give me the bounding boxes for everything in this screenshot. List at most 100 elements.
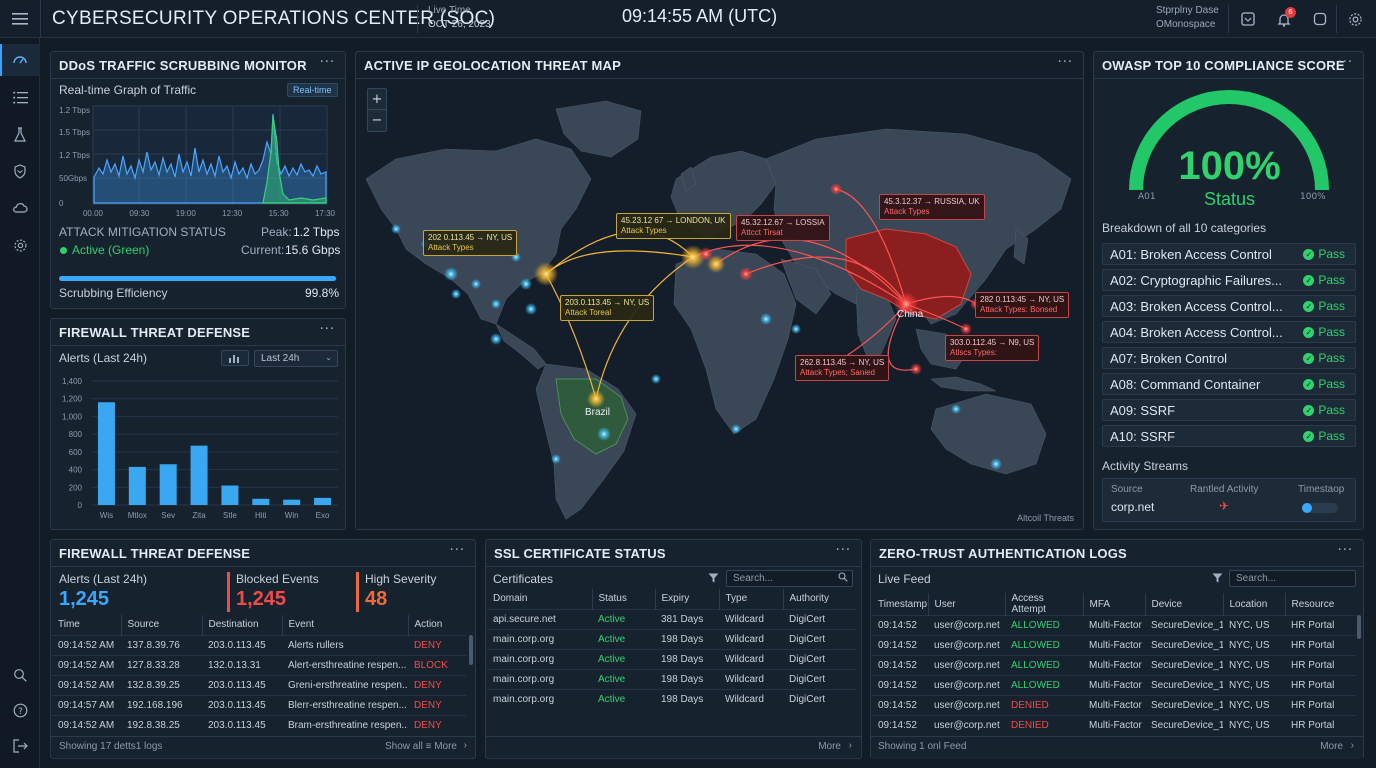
column-header[interactable]: Status bbox=[591, 589, 655, 609]
table-row[interactable]: 09:14:52 user@corp.net DENIED Multi-Factor S… bbox=[872, 695, 1356, 716]
alerts-bar[interactable] bbox=[221, 485, 239, 505]
dashboard-icon[interactable] bbox=[11, 51, 29, 69]
chart-type-button[interactable] bbox=[221, 350, 249, 366]
table-row[interactable]: 09:14:52 user@corp.net ALLOWED Multi-Factor… bbox=[872, 655, 1356, 676]
table-row[interactable]: main.corp.org Active 198 Days Wildcard DigiC… bbox=[487, 628, 856, 649]
chevron-right-icon[interactable]: › bbox=[1351, 740, 1354, 751]
table-cell: 09:14:52 bbox=[872, 695, 928, 716]
column-header[interactable]: Destination bbox=[201, 615, 282, 635]
column-header[interactable]: Action bbox=[407, 615, 466, 635]
compliance-item[interactable]: A02: Cryptographic Failures... ✓ Pass bbox=[1102, 269, 1356, 291]
compliance-item[interactable]: A07: Broken Control ✓ Pass bbox=[1102, 347, 1356, 369]
column-header[interactable]: Device bbox=[1144, 593, 1223, 616]
column-header[interactable]: Location bbox=[1222, 593, 1285, 616]
table-cell: Multi-Factor bbox=[1083, 715, 1145, 736]
alerts-bar[interactable] bbox=[128, 466, 146, 505]
ssl-search-input[interactable]: Search... bbox=[726, 570, 853, 587]
activity-streams-label: Activity Streams bbox=[1102, 459, 1189, 473]
map-label[interactable]: 45.32.12.67 → LOSSIA Attcct Tirsat bbox=[736, 215, 830, 241]
firewall-chart-more-icon[interactable]: ··· bbox=[320, 322, 335, 337]
map-label[interactable]: 45.23.12 67 → LONDON, UK Attack Types bbox=[616, 213, 731, 239]
table-row[interactable]: 09:14:52 AM 132.8.39.25 203.0.113.45 Greni-… bbox=[52, 674, 466, 695]
timestamp-toggle[interactable] bbox=[1302, 503, 1338, 513]
column-header[interactable]: Source bbox=[120, 615, 202, 635]
search-user-icon[interactable] bbox=[11, 666, 29, 684]
settings-gear-icon[interactable] bbox=[1346, 10, 1364, 28]
alerts-bar[interactable] bbox=[190, 445, 208, 505]
table-row[interactable]: 09:14:52 AM 127.8.33.28 132.0.13.31 Alert-e… bbox=[52, 654, 466, 675]
table-row[interactable]: 09:14:52 user@corp.net ALLOWED Multi-Factor… bbox=[872, 635, 1356, 656]
map-more-icon[interactable]: ··· bbox=[1058, 55, 1073, 70]
table-cell: DigiCert bbox=[783, 668, 856, 689]
flask-icon[interactable] bbox=[11, 125, 29, 143]
inbox-icon[interactable] bbox=[1239, 10, 1257, 28]
map-label[interactable]: 282 0.113:45 → NY, US Attack Types: Bonse… bbox=[975, 292, 1070, 318]
firewall-log-show-all-link[interactable]: Show all ≡ More bbox=[385, 741, 457, 752]
alerts-bar[interactable] bbox=[97, 402, 115, 505]
realtime-badge[interactable]: Real-time bbox=[287, 83, 338, 97]
map-label[interactable]: 202 0.113.45 → NY, US Attack Types bbox=[423, 230, 518, 256]
compliance-item[interactable]: A04: Broken Access Control... ✓ Pass bbox=[1102, 321, 1356, 343]
compliance-item[interactable]: A01: Broken Access Control ✓ Pass bbox=[1102, 243, 1356, 265]
map-label[interactable]: 45.3.12.37 → RUSSIA, UK Attack Types bbox=[879, 194, 985, 220]
map-label[interactable]: 203.0.113.45 → NY, US Attack Toreal bbox=[560, 295, 655, 321]
zero-trust-more-link[interactable]: More bbox=[1320, 741, 1343, 752]
hamburger-menu-icon[interactable] bbox=[11, 10, 29, 28]
zero-trust-more-icon[interactable]: ··· bbox=[1338, 543, 1353, 558]
compliance-item[interactable]: A08: Command Container ✓ Pass bbox=[1102, 373, 1356, 395]
user-name[interactable]: Stprplny Dase bbox=[1156, 5, 1219, 16]
compliance-item[interactable]: A03: Broken Access Control... ✓ Pass bbox=[1102, 295, 1356, 317]
chat-icon[interactable] bbox=[1311, 10, 1329, 28]
map-label[interactable]: 262.8.113.45 → NY, US Attack Types; Sanie… bbox=[795, 355, 890, 381]
column-header[interactable]: Type bbox=[718, 589, 783, 609]
chevron-right-icon[interactable]: › bbox=[464, 740, 467, 751]
list-icon[interactable] bbox=[11, 88, 29, 106]
table-row[interactable]: 09:14:57 AM 192.168.196 203.0.113.45 Blerr-… bbox=[52, 694, 466, 715]
table-row[interactable]: 09:14:52 AM 137.8.39.76 203.0.113.45 Alerts… bbox=[52, 634, 466, 655]
zoom-in-button[interactable]: + bbox=[368, 89, 386, 110]
firewall-log-scrollbar[interactable] bbox=[469, 635, 473, 665]
table-row[interactable]: main.corp.org Active 198 Days Wildcard DigiC… bbox=[487, 668, 856, 689]
table-row[interactable]: 09:14:52 user@corp.net ALLOWED Multi-Factor… bbox=[872, 615, 1356, 636]
zero-trust-scrollbar[interactable] bbox=[1357, 615, 1361, 639]
logout-icon[interactable] bbox=[11, 737, 29, 755]
firewall-log-more-icon[interactable]: ··· bbox=[450, 543, 465, 558]
ssl-more-icon[interactable]: ··· bbox=[836, 543, 851, 558]
column-header[interactable]: Time bbox=[52, 615, 121, 635]
alerts-bar[interactable] bbox=[252, 498, 270, 505]
filter-icon[interactable] bbox=[1212, 573, 1223, 586]
table-row[interactable]: 09:14:52 user@corp.net ALLOWED Multi-Factor… bbox=[872, 675, 1356, 696]
column-header[interactable]: Event bbox=[281, 615, 408, 635]
shield-icon[interactable] bbox=[11, 162, 29, 180]
alerts-bar[interactable] bbox=[159, 464, 177, 505]
column-header[interactable]: Timestamp bbox=[872, 593, 928, 616]
ddos-more-icon[interactable]: ··· bbox=[320, 55, 335, 70]
owasp-more-icon[interactable]: ··· bbox=[1338, 55, 1353, 70]
table-row[interactable]: 09:14:52 AM 192.8.38.25 203.0.113.45 Bram-e… bbox=[52, 714, 466, 735]
help-icon[interactable]: ? bbox=[11, 701, 29, 719]
zoom-out-button[interactable]: − bbox=[368, 110, 386, 131]
map-label[interactable]: 303.0.112.45 → N9, US Atlscs Types: bbox=[945, 335, 1040, 361]
filter-icon[interactable] bbox=[708, 573, 719, 586]
column-header[interactable]: Authority bbox=[782, 589, 856, 609]
gear-icon[interactable] bbox=[11, 236, 29, 254]
zero-trust-search-input[interactable]: Search... bbox=[1229, 570, 1356, 587]
compliance-item[interactable]: A10: SSRF ✓ Pass bbox=[1102, 425, 1356, 447]
table-row[interactable]: 09:14:52 user@corp.net DENIED Multi-Factor S… bbox=[872, 715, 1356, 736]
cloud-icon[interactable] bbox=[11, 199, 29, 217]
column-header[interactable]: Expiry bbox=[654, 589, 719, 609]
column-header[interactable]: Resource bbox=[1284, 593, 1356, 616]
alerts-bar[interactable] bbox=[314, 497, 332, 505]
column-header[interactable]: Domain bbox=[487, 589, 592, 609]
compliance-item[interactable]: A09: SSRF ✓ Pass bbox=[1102, 399, 1356, 421]
column-header[interactable]: MFA bbox=[1082, 593, 1145, 616]
alerts-bar[interactable] bbox=[283, 499, 301, 505]
ssl-more-link[interactable]: More bbox=[818, 741, 841, 752]
range-select[interactable]: Last 24h ⌄ bbox=[254, 350, 338, 367]
chevron-right-icon[interactable]: › bbox=[849, 740, 852, 751]
column-header[interactable]: Access Attempt bbox=[1004, 593, 1083, 616]
column-header[interactable]: User bbox=[927, 593, 1005, 616]
table-row[interactable]: api.secure.net Active 381 Days Wildcard Digi… bbox=[487, 608, 856, 629]
table-row[interactable]: main.corp.org Active 198 Days Wildcard DigiC… bbox=[487, 688, 856, 709]
table-row[interactable]: main.corp.org Active 198 Days Wildcard DigiC… bbox=[487, 648, 856, 669]
